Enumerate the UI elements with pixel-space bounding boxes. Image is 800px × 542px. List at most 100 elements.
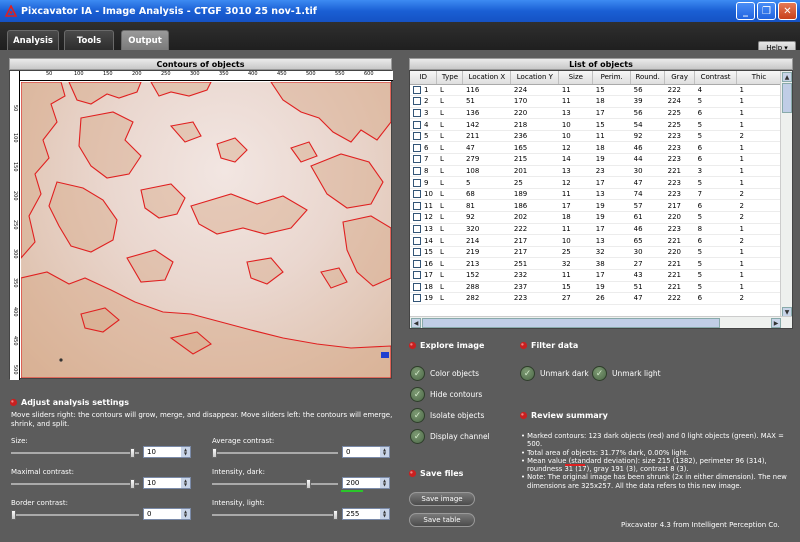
- maximize-button[interactable]: ❐: [757, 2, 776, 20]
- row-checkbox[interactable]: [413, 201, 421, 210]
- table-row[interactable]: 8 L 108 201 13 23 30 221 3 1: [410, 165, 782, 178]
- table-row[interactable]: 6 L 47 165 12 18 46 223 6 1: [410, 141, 782, 155]
- table-row[interactable]: 5 L 211 236 10 11 92 223 5 2: [410, 130, 782, 143]
- size-spinbox[interactable]: 10 ▲ ▼: [143, 446, 191, 458]
- table-cell: 57: [630, 199, 665, 213]
- table-row[interactable]: 19 L 282 223 27 26 47 222 6 2: [410, 292, 782, 305]
- table-cell: 217: [664, 199, 695, 213]
- scroll-up-icon[interactable]: ▲: [782, 72, 792, 82]
- spin-arrows-icon[interactable]: ▲ ▼: [380, 447, 389, 457]
- spin-arrows-icon[interactable]: ▲ ▼: [181, 509, 190, 519]
- column-header[interactable]: Perim.: [592, 71, 632, 85]
- display-channel-toggle[interactable]: ✓ Display channel: [410, 429, 490, 444]
- slider-track: [212, 514, 338, 516]
- table-row[interactable]: 15 L 219 217 25 32 30 220 5 1: [410, 246, 782, 259]
- column-header[interactable]: Location Y: [510, 71, 560, 85]
- contours-image-view[interactable]: 50 100 150 200 250 300 350 400 450 500 5…: [9, 70, 393, 380]
- row-checkbox[interactable]: [413, 143, 421, 152]
- table-cell: 17: [558, 199, 593, 213]
- maximal-contrast-spinbox[interactable]: 10 ▲ ▼: [143, 477, 191, 489]
- row-checkbox[interactable]: [413, 271, 421, 280]
- border-contrast-slider[interactable]: [11, 510, 139, 520]
- hide-contours-toggle[interactable]: ✓ Hide contours: [410, 387, 482, 402]
- row-checkbox[interactable]: [413, 85, 421, 94]
- row-checkbox[interactable]: [413, 213, 421, 222]
- scroll-thumb-horizontal[interactable]: [422, 318, 720, 328]
- objects-list[interactable]: ID Type Location X Location Y Size Perim. Roun…: [409, 70, 793, 329]
- slider-knob[interactable]: [11, 510, 16, 520]
- row-checkbox[interactable]: [413, 155, 421, 164]
- column-header[interactable]: ID: [410, 71, 438, 85]
- spin-arrows-icon[interactable]: ▲ ▼: [181, 478, 190, 488]
- table-row[interactable]: 16 L 213 251 32 38 27 221 5 1: [410, 257, 782, 270]
- slider-knob[interactable]: [130, 479, 135, 489]
- scroll-thumb[interactable]: [782, 83, 792, 113]
- border-contrast-spinbox[interactable]: 0 ▲ ▼: [143, 508, 191, 520]
- vertical-scrollbar[interactable]: ▲ ▼: [780, 71, 792, 318]
- slider-knob[interactable]: [212, 448, 217, 458]
- table-row[interactable]: 7 L 279 215 14 19 44 223 6 1: [410, 153, 782, 166]
- column-header[interactable]: Contrast: [694, 71, 738, 85]
- row-checkbox[interactable]: [413, 282, 421, 291]
- row-checkbox[interactable]: [413, 259, 421, 268]
- row-checkbox[interactable]: [413, 236, 421, 245]
- intensity-dark-slider[interactable]: [212, 479, 338, 489]
- table-row[interactable]: 10 L 68 189 11 13 74 223 7 2: [410, 188, 782, 201]
- row-checkbox[interactable]: [413, 248, 421, 257]
- unmark-dark-toggle[interactable]: ✓ Unmark dark: [520, 366, 589, 381]
- table-row[interactable]: 1 L 116 224 11 15 56 222 4 1: [410, 84, 782, 97]
- table-cell: 1: [736, 107, 782, 120]
- column-header[interactable]: Thic: [736, 71, 782, 85]
- maximal-contrast-slider[interactable]: [11, 479, 139, 489]
- isolate-objects-toggle[interactable]: ✓ Isolate objects: [410, 408, 484, 423]
- intensity-dark-spinbox[interactable]: 200 ▲ ▼: [342, 477, 390, 489]
- row-checkbox[interactable]: [413, 294, 421, 303]
- size-slider[interactable]: [11, 448, 139, 458]
- column-header[interactable]: Gray: [664, 71, 696, 85]
- row-checkbox[interactable]: [413, 97, 421, 106]
- spin-arrows-icon[interactable]: ▲ ▼: [380, 478, 389, 488]
- slider-knob[interactable]: [306, 479, 311, 489]
- table-row[interactable]: 14 L 214 217 10 13 65 221 6 2: [410, 234, 782, 247]
- table-row[interactable]: 4 L 142 218 10 15 54 225 5 1: [410, 118, 782, 131]
- row-checkbox[interactable]: [413, 178, 421, 187]
- row-checkbox[interactable]: [413, 108, 421, 117]
- average-contrast-slider[interactable]: [212, 448, 338, 458]
- average-contrast-spinbox[interactable]: 0 ▲ ▼: [342, 446, 390, 458]
- intensity-light-spinbox[interactable]: 255 ▲ ▼: [342, 508, 390, 520]
- table-row[interactable]: 18 L 288 237 15 19 51 221 5 1: [410, 281, 782, 294]
- table-row[interactable]: 9 L 5 25 12 17 47 223 5 1: [410, 176, 782, 189]
- column-header[interactable]: Round.: [630, 71, 666, 85]
- row-checkbox[interactable]: [413, 132, 421, 141]
- row-checkbox[interactable]: [413, 224, 421, 233]
- tab-output[interactable]: Output: [121, 30, 169, 50]
- scroll-right-icon[interactable]: ▶: [771, 318, 781, 328]
- table-row[interactable]: 2 L 51 170 11 18 39 224 5 1: [410, 95, 782, 108]
- row-checkbox[interactable]: [413, 120, 421, 129]
- table-row[interactable]: 12 L 92 202 18 19 61 220 5 2: [410, 211, 782, 224]
- column-header[interactable]: Location X: [462, 71, 512, 85]
- save-table-button[interactable]: Save table: [409, 513, 475, 527]
- tab-tools[interactable]: Tools: [64, 30, 114, 50]
- column-header[interactable]: Type: [436, 71, 464, 85]
- table-row[interactable]: 11 L 81 186 17 19 57 217 6 2: [410, 199, 782, 213]
- scroll-left-icon[interactable]: ◀: [411, 318, 421, 328]
- close-button[interactable]: ✕: [778, 2, 797, 20]
- color-objects-toggle[interactable]: ✓ Color objects: [410, 366, 479, 381]
- tab-analysis[interactable]: Analysis: [7, 30, 59, 50]
- slider-knob[interactable]: [333, 510, 338, 520]
- unmark-light-toggle[interactable]: ✓ Unmark light: [592, 366, 661, 381]
- row-checkbox[interactable]: [413, 190, 421, 199]
- spin-arrows-icon[interactable]: ▲ ▼: [380, 509, 389, 519]
- table-row[interactable]: 13 L 320 222 11 17 46 223 8 1: [410, 223, 782, 236]
- column-header[interactable]: Size: [558, 71, 594, 85]
- table-row[interactable]: 3 L 136 220 13 17 56 225 6 1: [410, 107, 782, 120]
- table-row[interactable]: 17 L 152 232 11 17 43 221 5 1: [410, 269, 782, 282]
- minimize-button[interactable]: _: [736, 2, 755, 20]
- save-image-button[interactable]: Save image: [409, 492, 475, 506]
- horizontal-scrollbar[interactable]: ◀ ▶: [410, 316, 792, 328]
- intensity-light-slider[interactable]: [212, 510, 338, 520]
- row-checkbox[interactable]: [413, 166, 421, 175]
- slider-knob[interactable]: [130, 448, 135, 458]
- spin-arrows-icon[interactable]: ▲ ▼: [181, 447, 190, 457]
